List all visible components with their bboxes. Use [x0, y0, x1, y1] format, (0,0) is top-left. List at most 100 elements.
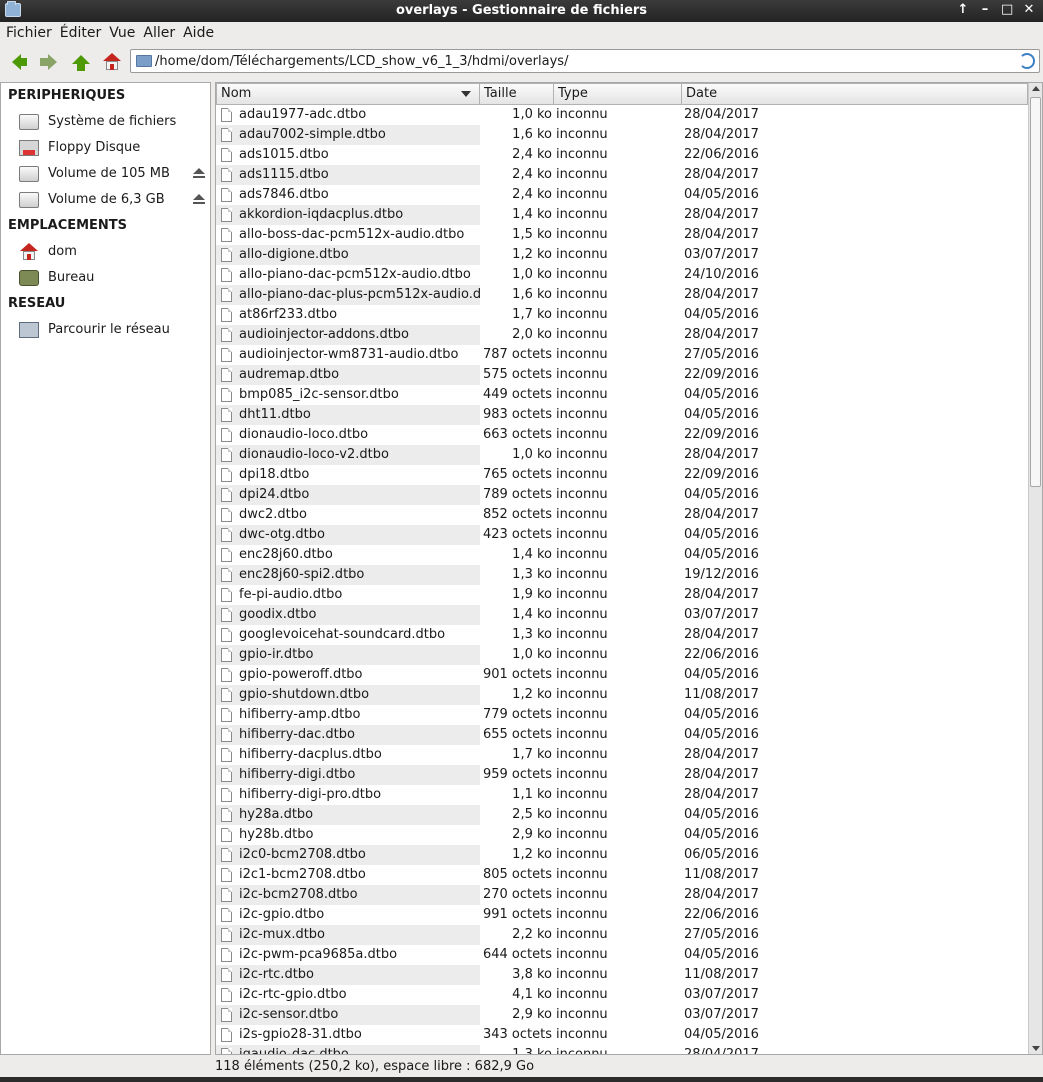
file-row[interactable]: allo-piano-dac-pcm512x-audio.dtbo 1,0 ko i… [216, 265, 1028, 285]
column-header-type[interactable]: Type [554, 83, 682, 105]
file-row[interactable]: hifiberry-amp.dtbo 779 octets inconnu 04/05… [216, 705, 1028, 725]
column-header-label: Date [686, 86, 718, 101]
minimize-button[interactable]: – [979, 2, 991, 17]
file-row[interactable]: hifiberry-digi-pro.dtbo 1,1 ko inconnu 28/0… [216, 785, 1028, 805]
file-row[interactable]: dwc2.dtbo 852 octets inconnu 28/04/2017 [216, 505, 1028, 525]
file-row[interactable]: ads1115.dtbo 2,4 ko inconnu 28/04/2017 [216, 165, 1028, 185]
file-type: inconnu [556, 147, 608, 162]
close-button[interactable]: ✕ [1023, 2, 1035, 17]
column-header-size[interactable]: Taille [480, 83, 554, 105]
file-size: 655 octets [482, 727, 552, 742]
home-button[interactable] [100, 50, 124, 74]
sidebar-item-volume-6gb[interactable]: Volume de 6,3 GB [1, 187, 210, 213]
sidebar-item-home[interactable]: dom [1, 239, 210, 265]
file-size: 1,0 ko [512, 447, 552, 462]
file-date: 28/04/2017 [684, 627, 759, 642]
file-row[interactable]: dionaudio-loco.dtbo 663 octets inconnu 22/0… [216, 425, 1028, 445]
file-row[interactable]: ads7846.dtbo 2,4 ko inconnu 04/05/2016 [216, 185, 1028, 205]
file-row[interactable]: allo-digione.dtbo 1,2 ko inconnu 03/07/2017 [216, 245, 1028, 265]
file-row[interactable]: dwc-otg.dtbo 423 octets inconnu 04/05/2016 [216, 525, 1028, 545]
back-button[interactable] [4, 50, 28, 74]
file-name: dpi24.dtbo [239, 487, 310, 502]
file-row[interactable]: dionaudio-loco-v2.dtbo 1,0 ko inconnu 28/04… [216, 445, 1028, 465]
sidebar-item-desktop[interactable]: Bureau [1, 265, 210, 291]
file-row[interactable]: i2c-gpio.dtbo 991 octets inconnu 22/06/2016 [216, 905, 1028, 925]
file-row[interactable]: bmp085_i2c-sensor.dtbo 449 octets inconnu 0… [216, 385, 1028, 405]
menu-fichier[interactable]: Fichier [2, 25, 56, 41]
file-row[interactable]: adau7002-simple.dtbo 1,6 ko inconnu 28/04/2… [216, 125, 1028, 145]
file-row[interactable]: at86rf233.dtbo 1,7 ko inconnu 04/05/2016 [216, 305, 1028, 325]
file-row[interactable]: hifiberry-dac.dtbo 655 octets inconnu 04/05… [216, 725, 1028, 745]
menu-aller[interactable]: Aller [139, 25, 179, 41]
file-row[interactable]: goodix.dtbo 1,4 ko inconnu 03/07/2017 [216, 605, 1028, 625]
window-controls: ↑ – □ ✕ [957, 2, 1035, 17]
file-row[interactable]: hifiberry-digi.dtbo 959 octets inconnu 28/0… [216, 765, 1028, 785]
file-row[interactable]: i2s-gpio28-31.dtbo 343 octets inconnu 04/05… [216, 1025, 1028, 1045]
file-type: inconnu [556, 667, 608, 682]
column-header-name[interactable]: Nom [216, 83, 480, 105]
file-row[interactable]: ads1015.dtbo 2,4 ko inconnu 22/06/2016 [216, 145, 1028, 165]
file-row[interactable]: i2c-sensor.dtbo 2,9 ko inconnu 03/07/2017 [216, 1005, 1028, 1025]
file-row[interactable]: i2c0-bcm2708.dtbo 1,2 ko inconnu 06/05/2016 [216, 845, 1028, 865]
file-row[interactable]: i2c-pwm-pca9685a.dtbo 644 octets inconnu 04… [216, 945, 1028, 965]
menu-aide[interactable]: Aide [179, 25, 218, 41]
file-row[interactable]: hy28a.dtbo 2,5 ko inconnu 04/05/2016 [216, 805, 1028, 825]
file-row[interactable]: iqaudio-dac.dtbo 1,3 ko inconnu 28/04/2017 [216, 1045, 1028, 1054]
vertical-scrollbar[interactable] [1028, 83, 1042, 1054]
file-row[interactable]: i2c-mux.dtbo 2,2 ko inconnu 27/05/2016 [216, 925, 1028, 945]
file-row[interactable]: audioinjector-addons.dtbo 2,0 ko inconnu 28… [216, 325, 1028, 345]
forward-button[interactable] [36, 50, 60, 74]
file-row[interactable]: dpi24.dtbo 789 octets inconnu 04/05/2016 [216, 485, 1028, 505]
eject-icon[interactable] [193, 168, 205, 180]
shade-button[interactable]: ↑ [957, 2, 969, 17]
file-row[interactable]: gpio-ir.dtbo 1,0 ko inconnu 22/06/2016 [216, 645, 1028, 665]
file-row[interactable]: allo-boss-dac-pcm512x-audio.dtbo 1,5 ko in… [216, 225, 1028, 245]
file-row[interactable]: i2c-rtc.dtbo 3,8 ko inconnu 11/08/2017 [216, 965, 1028, 985]
scrollbar-thumb[interactable] [1030, 97, 1041, 487]
sidebar-item-label: Volume de 6,3 GB [48, 192, 165, 207]
file-name: dwc2.dtbo [239, 507, 307, 522]
file-row[interactable]: adau1977-adc.dtbo 1,0 ko inconnu 28/04/2017 [216, 105, 1028, 125]
eject-icon[interactable] [193, 194, 205, 206]
file-row[interactable]: dht11.dtbo 983 octets inconnu 04/05/2016 [216, 405, 1028, 425]
file-row[interactable]: gpio-poweroff.dtbo 901 octets inconnu 04/05… [216, 665, 1028, 685]
menu-editer[interactable]: Éditer [56, 25, 105, 41]
file-row[interactable]: i2c1-bcm2708.dtbo 805 octets inconnu 11/08/… [216, 865, 1028, 885]
sidebar-item-network[interactable]: Parcourir le réseau [1, 317, 210, 343]
file-row[interactable]: enc28j60.dtbo 1,4 ko inconnu 04/05/2016 [216, 545, 1028, 565]
file-row[interactable]: dpi18.dtbo 765 octets inconnu 22/09/2016 [216, 465, 1028, 485]
file-row[interactable]: allo-piano-dac-plus-pcm512x-audio.dtbo 1,… [216, 285, 1028, 305]
scroll-down-icon[interactable] [1032, 1046, 1040, 1051]
file-row[interactable]: audioinjector-wm8731-audio.dtbo 787 octet… [216, 345, 1028, 365]
menu-vue[interactable]: Vue [105, 25, 139, 41]
file-row[interactable]: i2c-bcm2708.dtbo 270 octets inconnu 28/04/2… [216, 885, 1028, 905]
file-row[interactable]: hifiberry-dacplus.dtbo 1,7 ko inconnu 28/04… [216, 745, 1028, 765]
column-header-label: Taille [484, 86, 517, 101]
column-header-date[interactable]: Date [682, 83, 1028, 105]
file-row[interactable]: fe-pi-audio.dtbo 1,9 ko inconnu 28/04/2017 [216, 585, 1028, 605]
file-size: 805 octets [482, 867, 552, 882]
maximize-button[interactable]: □ [1001, 2, 1013, 17]
file-row[interactable]: hy28b.dtbo 2,9 ko inconnu 04/05/2016 [216, 825, 1028, 845]
sidebar-item-floppy[interactable]: Floppy Disque [1, 135, 210, 161]
file-row[interactable]: i2c-rtc-gpio.dtbo 4,1 ko inconnu 03/07/2017 [216, 985, 1028, 1005]
file-row[interactable]: akkordion-iqdacplus.dtbo 1,4 ko inconnu 28/… [216, 205, 1028, 225]
sidebar-item-filesystem[interactable]: Système de fichiers [1, 109, 210, 135]
file-row[interactable]: audremap.dtbo 575 octets inconnu 22/09/2016 [216, 365, 1028, 385]
sidebar-item-volume-105mb[interactable]: Volume de 105 MB [1, 161, 210, 187]
file-type: inconnu [556, 387, 608, 402]
parent-folder-button[interactable] [69, 50, 93, 74]
file-row[interactable]: gpio-shutdown.dtbo 1,2 ko inconnu 11/08/201… [216, 685, 1028, 705]
file-size: 1,2 ko [512, 847, 552, 862]
home-icon [103, 53, 121, 71]
path-input[interactable] [155, 52, 1005, 70]
scroll-up-icon[interactable] [1032, 86, 1040, 91]
refresh-icon[interactable] [1019, 53, 1035, 69]
location-bar[interactable] [130, 49, 1040, 73]
file-type: inconnu [556, 287, 608, 302]
file-row[interactable]: enc28j60-spi2.dtbo 1,3 ko inconnu 19/12/201… [216, 565, 1028, 585]
file-row[interactable]: googlevoicehat-soundcard.dtbo 1,3 ko incon… [216, 625, 1028, 645]
drive-icon [19, 192, 39, 208]
file-date: 22/09/2016 [684, 467, 759, 482]
file-name: hifiberry-dacplus.dtbo [239, 747, 382, 762]
